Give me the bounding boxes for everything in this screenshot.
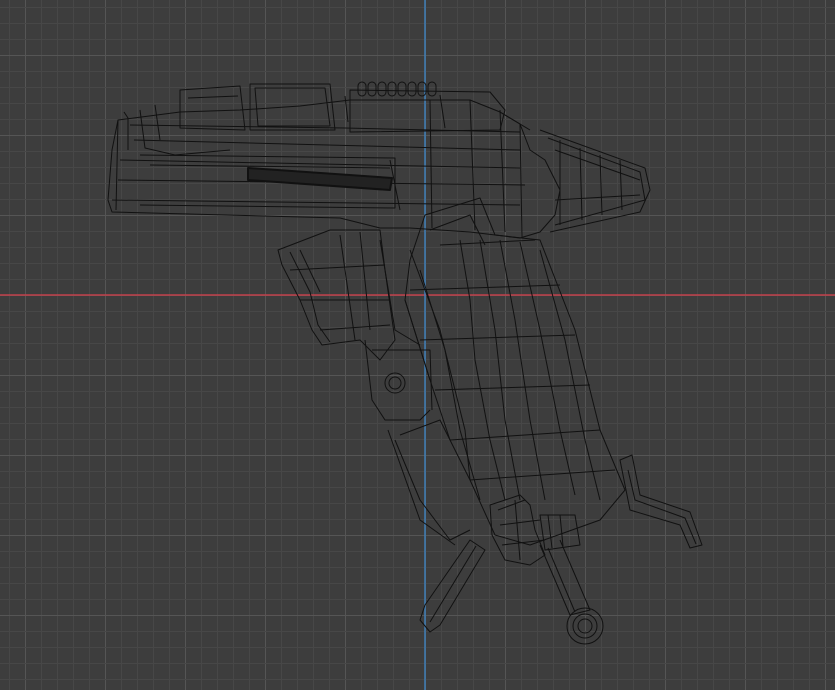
3d-viewport[interactable] xyxy=(0,0,835,690)
pull-ring[interactable] xyxy=(539,539,604,645)
grip[interactable] xyxy=(387,197,626,546)
pistol-model[interactable] xyxy=(107,81,703,645)
grid-floor xyxy=(0,0,835,690)
viewport-canvas[interactable] xyxy=(0,0,835,690)
bipod-leg-left[interactable] xyxy=(419,539,486,633)
bipod-leg-right[interactable] xyxy=(619,454,703,549)
slide[interactable] xyxy=(107,83,561,239)
